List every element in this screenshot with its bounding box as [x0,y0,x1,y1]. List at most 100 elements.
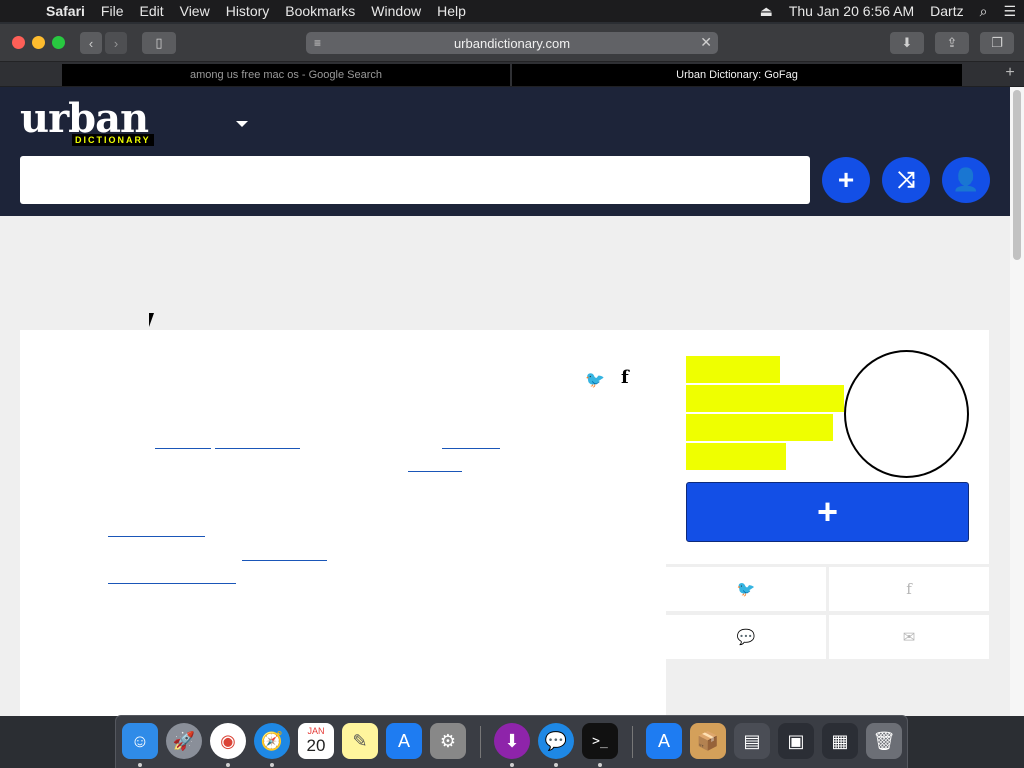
highlight-bar [686,385,844,412]
spotlight-search-icon[interactable]: ⌕ [972,3,996,20]
notes-icon[interactable]: ✎ [342,723,378,759]
example-link[interactable] [242,560,327,561]
installer-icon[interactable]: ⬇ [494,723,530,759]
definition-link[interactable] [442,448,500,449]
chevron-left-icon: ‹ [88,35,94,51]
messages-icon[interactable]: 💬 [538,723,574,759]
tab-overview-button[interactable]: ❐ [980,32,1014,54]
random-button[interactable]: ⤨ [882,157,930,203]
definition-link[interactable] [408,471,462,472]
menu-file[interactable]: File [93,3,132,19]
package-icon[interactable]: 📦 [690,723,726,759]
facebook-icon: f [906,580,912,598]
window-thumbnail-icon[interactable]: ▤ [734,723,770,759]
shuffle-icon: ⤨ [897,167,915,192]
plus-icon: + [816,491,839,532]
running-indicator [226,763,230,767]
applications-folder-icon[interactable]: A [646,723,682,759]
definition-link[interactable] [215,448,300,449]
eject-icon[interactable]: ⏏ [752,3,781,20]
app-store-icon[interactable]: A [386,723,422,759]
user-icon: 👤 [952,167,980,192]
chevron-down-icon[interactable] [236,121,248,127]
example-link[interactable] [108,536,205,537]
tab-urban-dictionary[interactable]: Urban Dictionary: GoFag [512,64,962,86]
dock-separator [480,726,481,758]
new-tab-icon[interactable]: + [1000,64,1020,84]
chrome-icon[interactable]: ◉ [210,723,246,759]
terminal-icon[interactable]: >_ [582,723,618,759]
search-input[interactable] [20,156,810,204]
tab-bar: among us free mac os - Google Search Urb… [0,62,1024,87]
highlight-bar [686,414,833,441]
share-facebook-button[interactable]: f [829,567,989,611]
share-twitter-button[interactable]: 🐦 [666,567,826,611]
mouse-cursor [149,313,159,327]
safari-icon[interactable]: 🧭 [254,723,290,759]
share-button[interactable]: ⇪ [935,32,969,54]
close-icon[interactable]: ✕ [700,34,712,51]
plus-icon: + [837,164,855,195]
menu-bookmarks[interactable]: Bookmarks [277,3,363,19]
definition-card [20,330,666,716]
back-button[interactable]: ‹ [80,32,102,54]
menu-history[interactable]: History [218,3,278,19]
calendar-icon[interactable]: JAN 20 [298,723,334,759]
tabs-icon: ❐ [991,35,1003,50]
menu-edit[interactable]: Edit [131,3,171,19]
running-indicator [554,763,558,767]
system-preferences-icon[interactable]: ⚙ [430,723,466,759]
site-logo[interactable]: urban DICTIONARY [20,99,170,147]
menubar-clock[interactable]: Thu Jan 20 6:56 AM [781,3,922,19]
scrollbar-thumb[interactable] [1013,90,1021,260]
site-header: urban DICTIONARY + ⤨ 👤 [0,87,1010,216]
sidebar-toggle-button[interactable]: ▯ [142,32,176,54]
logo-word: urban [20,95,149,142]
notification-center-icon[interactable]: ☰ [995,3,1024,20]
tab-google-search[interactable]: among us free mac os - Google Search [62,64,510,86]
address-url: urbandictionary.com [453,35,571,51]
window-thumbnail-icon[interactable]: ▣ [778,723,814,759]
trash-icon[interactable]: 🗑 [866,723,902,759]
add-definition-button[interactable]: + [822,157,870,203]
launchpad-icon[interactable]: 🚀 [166,723,202,759]
menubar-user[interactable]: Dartz [922,3,971,19]
finder-icon[interactable]: ☺ [122,723,158,759]
menu-bar: Safari File Edit View History Bookmarks … [0,0,1024,22]
reader-view-icon[interactable]: ≡ [314,36,321,50]
logo-subtitle: DICTIONARY [72,134,154,146]
minimize-window-button[interactable] [32,36,45,49]
running-indicator [138,763,142,767]
account-button[interactable]: 👤 [942,157,990,203]
page-viewport: urban DICTIONARY + ⤨ 👤 🐦 f + 🐦 f 💬 ✉ [0,87,1010,716]
chevron-right-icon: › [113,35,119,51]
facebook-icon[interactable]: f [621,367,629,388]
downloads-button[interactable]: ⬇ [890,32,924,54]
definition-link[interactable] [155,448,211,449]
envelope-icon: ✉ [902,629,916,646]
twitter-icon: 🐦 [736,581,756,598]
running-indicator [270,763,274,767]
close-window-button[interactable] [12,36,25,49]
download-icon: ⬇ [901,35,913,50]
fullscreen-window-button[interactable] [52,36,65,49]
share-email-button[interactable]: ✉ [829,615,989,659]
dock: ☺ 🚀 ◉ 🧭 JAN 20 ✎ A ⚙ ⬇ 💬 >_ A 📦 ▤ ▣ ▦ 🗑 [115,715,908,768]
chat-bubble-icon: 💬 [736,629,756,646]
get-mug-button[interactable]: + [686,482,969,542]
share-message-button[interactable]: 💬 [666,615,826,659]
browser-toolbar: ‹ › ▯ ≡ urbandictionary.com ✕ ⬇ ⇪ ❐ [0,24,1024,62]
window-thumbnail-icon[interactable]: ▦ [822,723,858,759]
running-indicator [510,763,514,767]
sidebar-icon: ▯ [155,35,163,50]
menu-app-safari[interactable]: Safari [38,3,93,19]
highlight-bar [686,443,786,470]
twitter-icon[interactable]: 🐦 [585,370,605,390]
address-bar[interactable]: ≡ urbandictionary.com ✕ [306,32,718,54]
menu-view[interactable]: View [172,3,218,19]
author-link[interactable] [108,583,236,584]
dock-separator [632,726,633,758]
menu-help[interactable]: Help [429,3,474,19]
forward-button[interactable]: › [105,32,127,54]
menu-window[interactable]: Window [363,3,429,19]
